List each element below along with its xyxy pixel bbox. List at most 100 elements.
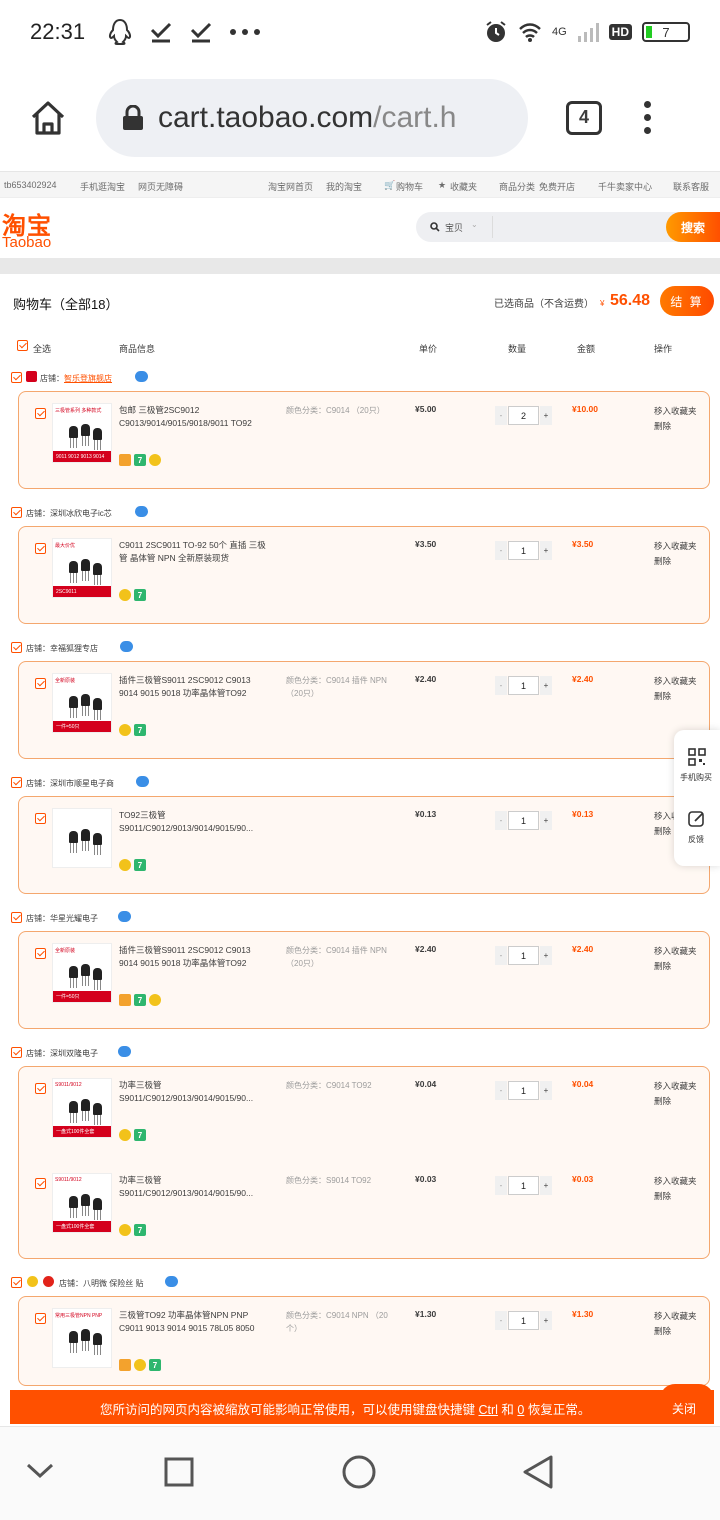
move-to-favorites-link[interactable]: 移入收藏夹	[654, 1309, 697, 1324]
chevron-down-icon[interactable]	[26, 1463, 54, 1479]
chat-icon[interactable]	[135, 506, 148, 517]
search-scope[interactable]: 宝贝	[445, 221, 463, 234]
shop-checkbox[interactable]	[11, 1047, 22, 1058]
checkout-button[interactable]: 结 算	[660, 286, 714, 316]
shop-checkbox[interactable]	[11, 372, 22, 383]
delete-link[interactable]: 删除	[654, 554, 697, 569]
item-checkbox[interactable]	[35, 678, 46, 689]
shop-checkbox[interactable]	[11, 507, 22, 518]
quantity-input[interactable]: 1	[508, 946, 539, 965]
item-title[interactable]: 插件三极管S9011 2SC9012 C9013 9014 9015 9018 …	[119, 944, 269, 970]
move-to-favorites-link[interactable]: 移入收藏夹	[654, 1174, 697, 1189]
move-to-favorites-link[interactable]: 移入收藏夹	[654, 539, 697, 554]
item-checkbox[interactable]	[35, 813, 46, 824]
shop-name[interactable]: 华星光耀电子	[50, 914, 98, 923]
quantity-decrease-button[interactable]: -	[495, 811, 507, 830]
item-thumbnail[interactable]: S9011/9012 一盘式100件全套	[52, 1078, 112, 1138]
shop-name[interactable]: 幸福狐狸专店	[50, 644, 98, 653]
search-bar[interactable]: 宝贝 ⌄ 搜索	[416, 212, 720, 242]
shop-checkbox[interactable]	[11, 777, 22, 788]
notice-close-button[interactable]: 关闭	[672, 1400, 696, 1417]
quantity-increase-button[interactable]: +	[540, 676, 552, 695]
item-checkbox[interactable]	[35, 543, 46, 554]
delete-link[interactable]: 删除	[654, 689, 697, 704]
tab-switcher-button[interactable]: 4	[566, 100, 602, 135]
user-link[interactable]: tb653402924	[4, 180, 57, 190]
shop-name[interactable]: 智乐登旗舰店	[64, 374, 112, 383]
quantity-input[interactable]: 1	[508, 541, 539, 560]
chat-icon[interactable]	[135, 371, 148, 382]
quantity-increase-button[interactable]: +	[540, 1176, 552, 1195]
quantity-increase-button[interactable]: +	[540, 946, 552, 965]
chat-icon[interactable]	[118, 1046, 131, 1057]
chat-icon[interactable]	[136, 776, 149, 787]
address-bar[interactable]: cart.taobao.com/cart.h	[96, 78, 528, 157]
open-shop-link[interactable]: 免费开店	[539, 180, 575, 193]
shop-name[interactable]: 深圳双隆电子	[50, 1049, 98, 1058]
quantity-increase-button[interactable]: +	[540, 811, 552, 830]
shop-name[interactable]: 深圳冰欣电子ic芯	[50, 509, 112, 518]
item-title[interactable]: 三极管TO92 功率晶体管NPN PNP C9011 9013 9014 901…	[119, 1309, 269, 1335]
recent-apps-icon[interactable]	[164, 1457, 194, 1487]
quantity-increase-button[interactable]: +	[540, 406, 552, 425]
shop-checkbox[interactable]	[11, 1277, 22, 1288]
feedback-label[interactable]: 反馈	[688, 834, 704, 845]
item-checkbox[interactable]	[35, 1178, 46, 1189]
move-to-favorites-link[interactable]: 移入收藏夹	[654, 1079, 697, 1094]
quantity-decrease-button[interactable]: -	[495, 406, 507, 425]
quantity-increase-button[interactable]: +	[540, 1311, 552, 1330]
service-link[interactable]: 联系客服	[673, 180, 709, 193]
shop-name[interactable]: 深圳市顺星电子商	[50, 779, 114, 788]
delete-link[interactable]: 删除	[654, 1094, 697, 1109]
quantity-decrease-button[interactable]: -	[495, 1176, 507, 1195]
item-title[interactable]: 包邮 三极管2SC9012 C9013/9014/9015/9018/9011 …	[119, 404, 269, 430]
item-thumbnail[interactable]: 常用三极管NPN PNP	[52, 1308, 112, 1368]
url-text[interactable]: cart.taobao.com/cart.h	[158, 101, 457, 135]
quantity-increase-button[interactable]: +	[540, 541, 552, 560]
home-circle-icon[interactable]	[342, 1455, 376, 1489]
item-thumbnail[interactable]: S9011/9012 一盘式100件全套	[52, 1173, 112, 1233]
item-checkbox[interactable]	[35, 408, 46, 419]
browser-menu-button[interactable]	[644, 101, 651, 134]
item-title[interactable]: C9011 2SC9011 TO-92 50个 直插 三极管 晶体管 NPN 全…	[119, 539, 269, 565]
item-title[interactable]: 功率三极管 S9011/C9012/9013/9014/9015/90...	[119, 1079, 269, 1105]
delete-link[interactable]: 删除	[654, 1189, 697, 1204]
quantity-input[interactable]: 1	[508, 1081, 539, 1100]
chat-icon[interactable]	[118, 911, 131, 922]
cart-link[interactable]: 购物车	[396, 180, 423, 193]
item-title[interactable]: 功率三极管 S9011/C9012/9013/9014/9015/90...	[119, 1174, 269, 1200]
quantity-input[interactable]: 1	[508, 811, 539, 830]
categories-link[interactable]: 商品分类	[499, 180, 535, 193]
favorites-link[interactable]: 收藏夹	[450, 180, 477, 193]
delete-link[interactable]: 删除	[654, 1324, 697, 1339]
mobile-link[interactable]: 手机逛淘宝	[80, 180, 125, 193]
quantity-decrease-button[interactable]: -	[495, 1081, 507, 1100]
search-button[interactable]: 搜索	[666, 212, 720, 242]
item-thumbnail[interactable]: 三极管系列 多种款式 9011 9012 9013 9014	[52, 403, 112, 463]
home-link[interactable]: 淘宝网首页	[268, 180, 313, 193]
chat-icon[interactable]	[165, 1276, 178, 1287]
item-thumbnail[interactable]	[52, 808, 112, 868]
select-all-checkbox[interactable]	[17, 340, 28, 351]
home-button[interactable]	[0, 99, 96, 137]
chat-icon[interactable]	[120, 641, 133, 652]
item-thumbnail[interactable]: 全新原装 一件=50只	[52, 673, 112, 733]
move-to-favorites-link[interactable]: 移入收藏夹	[654, 944, 697, 959]
quantity-decrease-button[interactable]: -	[495, 676, 507, 695]
quantity-decrease-button[interactable]: -	[495, 541, 507, 560]
quantity-input[interactable]: 1	[508, 1176, 539, 1195]
item-checkbox[interactable]	[35, 1083, 46, 1094]
item-checkbox[interactable]	[35, 1313, 46, 1324]
item-title[interactable]: TO92三极管 S9011/C9012/9013/9014/9015/90...	[119, 809, 269, 835]
move-to-favorites-link[interactable]: 移入收藏夹	[654, 404, 697, 419]
accessible-link[interactable]: 网页无障碍	[138, 180, 183, 193]
quantity-decrease-button[interactable]: -	[495, 946, 507, 965]
delete-link[interactable]: 删除	[654, 959, 697, 974]
item-checkbox[interactable]	[35, 948, 46, 959]
move-to-favorites-link[interactable]: 移入收藏夹	[654, 674, 697, 689]
delete-link[interactable]: 删除	[654, 419, 697, 434]
back-icon[interactable]	[522, 1455, 554, 1489]
qr-code-icon[interactable]	[688, 748, 706, 766]
quantity-input[interactable]: 1	[508, 676, 539, 695]
item-thumbnail[interactable]: 全新原装 一件=50只	[52, 943, 112, 1003]
